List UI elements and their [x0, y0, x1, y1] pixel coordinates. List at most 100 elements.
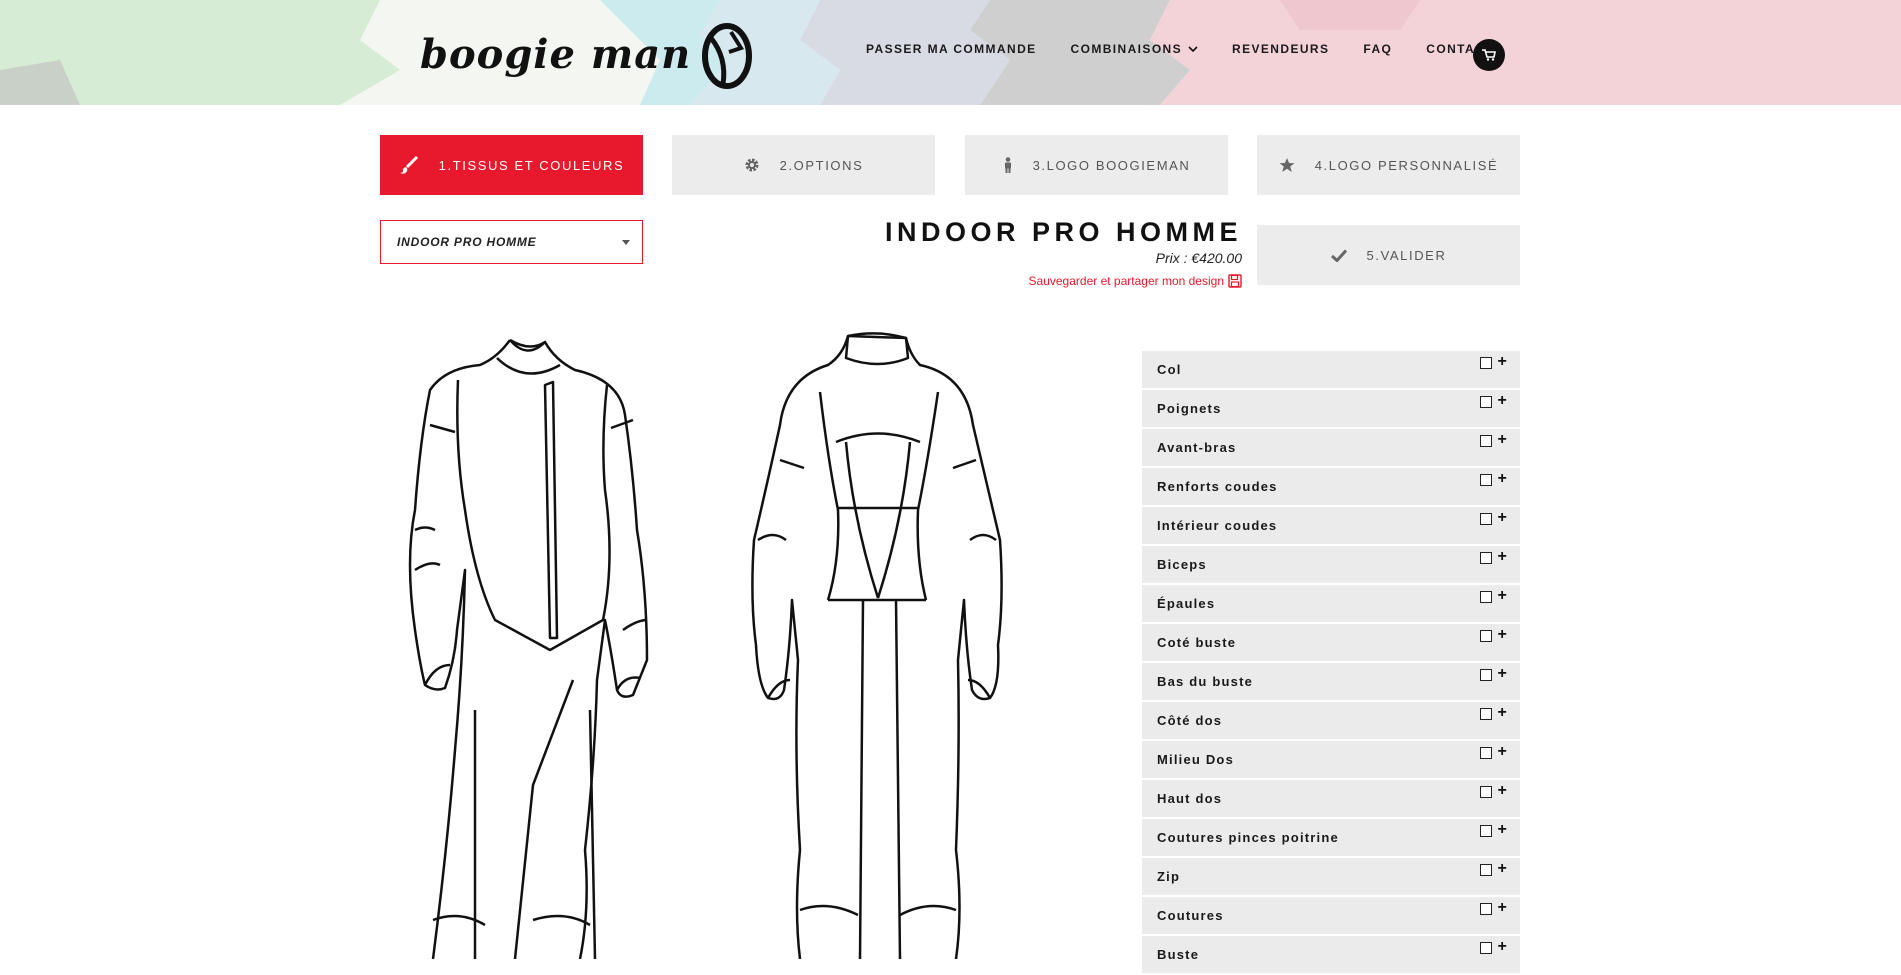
part-checkbox[interactable] — [1480, 825, 1492, 837]
part-label: Coutures pinces poitrine — [1157, 830, 1339, 845]
part-label: Col — [1157, 362, 1182, 377]
step-tissus-couleurs[interactable]: 1.TISSUS ET COULEURS — [380, 135, 643, 195]
save-share-link[interactable]: Sauvegarder et partager mon design — [1029, 274, 1242, 288]
part-checkbox[interactable] — [1480, 864, 1492, 876]
step-label: 1.TISSUS ET COULEURS — [438, 157, 625, 173]
gear-icon — [744, 157, 760, 173]
part-item-interieur-coudes[interactable]: Intérieur coudes + — [1142, 507, 1520, 544]
expand-plus-icon[interactable]: + — [1497, 938, 1508, 956]
brand-mark-icon — [702, 23, 753, 89]
part-label: Coté buste — [1157, 635, 1237, 650]
expand-plus-icon[interactable]: + — [1497, 431, 1508, 449]
step-label: 5.VALIDER — [1366, 247, 1447, 263]
part-label: Zip — [1157, 869, 1181, 884]
part-item-zip[interactable]: Zip + — [1142, 858, 1520, 895]
part-label: Renforts coudes — [1157, 479, 1278, 494]
part-label: Milieu Dos — [1157, 752, 1235, 767]
part-checkbox[interactable] — [1480, 786, 1492, 798]
nav-faq[interactable]: FAQ — [1363, 42, 1392, 56]
part-label: Épaules — [1157, 596, 1216, 611]
brand-logo[interactable]: boogie man — [420, 18, 753, 90]
part-checkbox[interactable] — [1480, 708, 1492, 720]
part-item-biceps[interactable]: Biceps + — [1142, 546, 1520, 583]
step-label: 3.LOGO BOOGIEMAN — [1032, 157, 1191, 173]
save-share-label: Sauvegarder et partager mon design — [1028, 274, 1224, 288]
expand-plus-icon[interactable]: + — [1497, 665, 1508, 683]
part-checkbox[interactable] — [1480, 513, 1492, 525]
part-item-avant-bras[interactable]: Avant-bras + — [1142, 429, 1520, 466]
part-checkbox[interactable] — [1480, 357, 1492, 369]
suit-back-illustration — [751, 332, 1003, 959]
expand-plus-icon[interactable]: + — [1497, 548, 1508, 566]
expand-plus-icon[interactable]: + — [1497, 626, 1508, 644]
expand-plus-icon[interactable]: + — [1497, 509, 1508, 527]
part-checkbox[interactable] — [1480, 747, 1492, 759]
part-label: Avant-bras — [1157, 440, 1237, 455]
part-label: Coutures — [1157, 908, 1224, 923]
caret-down-icon — [622, 240, 630, 245]
expand-plus-icon[interactable]: + — [1497, 860, 1508, 878]
check-icon — [1330, 248, 1347, 262]
star-icon — [1279, 157, 1295, 173]
part-label: Côté dos — [1157, 713, 1223, 728]
part-checkbox[interactable] — [1480, 396, 1492, 408]
part-item-haut-dos[interactable]: Haut dos + — [1142, 780, 1520, 817]
person-icon — [1003, 157, 1013, 173]
part-item-coutures-pinces-poitrine[interactable]: Coutures pinces poitrine + — [1142, 819, 1520, 856]
product-title: INDOOR PRO HOMME — [884, 217, 1242, 247]
part-checkbox[interactable] — [1480, 552, 1492, 564]
part-checkbox[interactable] — [1480, 474, 1492, 486]
product-price: Prix : €420.00 — [1155, 250, 1242, 266]
part-checkbox[interactable] — [1480, 903, 1492, 915]
part-item-coutures[interactable]: Coutures + — [1142, 897, 1520, 934]
model-select[interactable]: INDOOR PRO HOMME — [380, 220, 643, 264]
brand-name: boogie man — [420, 30, 692, 78]
part-item-cote-dos[interactable]: Côté dos + — [1142, 702, 1520, 739]
part-item-epaules[interactable]: Épaules + — [1142, 585, 1520, 622]
parts-list: Col + Poignets + Avant-bras + Renforts coud… — [1142, 351, 1520, 975]
part-checkbox[interactable] — [1480, 630, 1492, 642]
nav-combinaisons-label: COMBINAISONS — [1070, 42, 1183, 56]
part-checkbox[interactable] — [1480, 669, 1492, 681]
part-item-buste[interactable]: Buste + — [1142, 936, 1520, 973]
expand-plus-icon[interactable]: + — [1497, 782, 1508, 800]
part-item-col[interactable]: Col + — [1142, 351, 1520, 388]
part-item-bas-du-buste[interactable]: Bas du buste + — [1142, 663, 1520, 700]
expand-plus-icon[interactable]: + — [1497, 821, 1508, 839]
expand-plus-icon[interactable]: + — [1497, 899, 1508, 917]
expand-plus-icon[interactable]: + — [1497, 353, 1508, 371]
nav-combinaisons[interactable]: COMBINAISONS — [1071, 42, 1198, 56]
part-item-renforts-coudes[interactable]: Renforts coudes + — [1142, 468, 1520, 505]
part-label: Biceps — [1157, 557, 1207, 572]
expand-plus-icon[interactable]: + — [1497, 704, 1508, 722]
suit-front-illustration — [408, 338, 649, 959]
part-label: Haut dos — [1157, 791, 1223, 806]
main-nav: PASSER MA COMMANDE COMBINAISONS REVENDEU… — [866, 39, 1528, 71]
floppy-disk-icon — [1228, 274, 1242, 288]
part-item-milieu-dos[interactable]: Milieu Dos + — [1142, 741, 1520, 778]
expand-plus-icon[interactable]: + — [1497, 743, 1508, 761]
step-valider[interactable]: 5.VALIDER — [1257, 225, 1520, 285]
step-label: 2.OPTIONS — [779, 157, 864, 173]
brush-icon — [399, 155, 419, 175]
model-select-value: INDOOR PRO HOMME — [397, 235, 537, 249]
cart-icon — [1482, 49, 1496, 61]
expand-plus-icon[interactable]: + — [1497, 470, 1508, 488]
nav-passer-commande[interactable]: PASSER MA COMMANDE — [866, 42, 1037, 56]
step-logo-boogieman[interactable]: 3.LOGO BOOGIEMAN — [965, 135, 1228, 195]
site-header: boogie man PASSER MA COMMANDE COMBINAISO… — [0, 0, 1901, 105]
expand-plus-icon[interactable]: + — [1497, 392, 1508, 410]
part-checkbox[interactable] — [1480, 591, 1492, 603]
step-logo-personnalise[interactable]: 4.LOGO PERSONNALISÉ — [1257, 135, 1520, 195]
cart-button[interactable] — [1473, 39, 1505, 71]
step-label: 4.LOGO PERSONNALISÉ — [1314, 157, 1499, 173]
part-item-cote-buste[interactable]: Coté buste + — [1142, 624, 1520, 661]
expand-plus-icon[interactable]: + — [1497, 587, 1508, 605]
part-checkbox[interactable] — [1480, 942, 1492, 954]
part-item-poignets[interactable]: Poignets + — [1142, 390, 1520, 427]
step-options[interactable]: 2.OPTIONS — [672, 135, 935, 195]
part-label: Intérieur coudes — [1157, 518, 1278, 533]
nav-revendeurs[interactable]: REVENDEURS — [1232, 42, 1329, 56]
part-checkbox[interactable] — [1480, 435, 1492, 447]
chevron-down-icon — [1188, 46, 1198, 53]
